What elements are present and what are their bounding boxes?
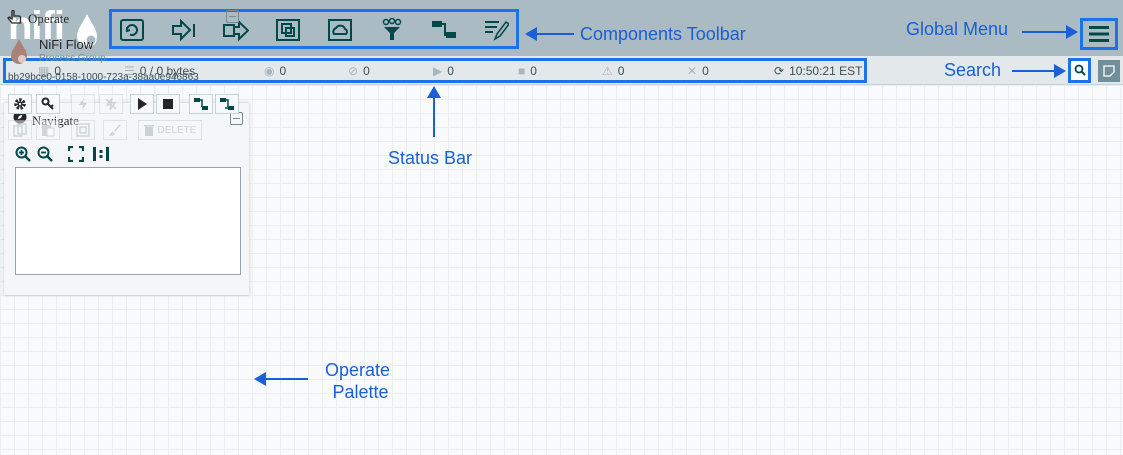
selected-component-type: Process Group (39, 53, 106, 64)
operate-palette-annotation-arrow (264, 378, 308, 380)
paintbrush-icon (109, 124, 121, 136)
components-toolbar-annotation: Components Toolbar (580, 24, 746, 44)
processor-icon (120, 19, 144, 41)
group-button[interactable] (71, 120, 95, 140)
stop-button[interactable] (156, 94, 180, 114)
key-icon (41, 97, 54, 110)
search-annotation-arrow (1012, 70, 1056, 72)
selected-component-name: NiFi Flow (39, 37, 94, 52)
global-menu-annotation-arrow (1022, 31, 1070, 33)
toolbar-annotation-arrow (532, 33, 574, 35)
processor-button[interactable] (119, 18, 145, 42)
search-icon (1074, 64, 1086, 76)
stopped-icon: ■ (518, 64, 526, 78)
warning-icon: ⚠ (602, 64, 613, 78)
paste-icon (42, 125, 55, 137)
refresh-stat[interactable]: ⟳ 10:50:21 EST (774, 64, 862, 78)
zoom-in-icon[interactable] (15, 146, 31, 162)
remote-process-group-button[interactable] (327, 18, 353, 42)
not-transmitting-stat: ⊘ 0 (348, 64, 370, 78)
access-policies-button[interactable] (36, 94, 60, 114)
create-template-icon (194, 98, 208, 110)
not-transmitting-icon: ⊘ (348, 64, 359, 78)
funnel-button[interactable] (379, 17, 405, 42)
trash-icon (143, 125, 154, 136)
zoom-out-icon[interactable] (37, 146, 53, 162)
status-bar-annotation: Status Bar (388, 148, 473, 168)
process-group-drop-icon (11, 39, 27, 64)
process-group-button[interactable] (275, 18, 301, 42)
enable-button[interactable] (71, 94, 95, 114)
disable-button[interactable] (99, 94, 123, 114)
copy-icon (13, 123, 27, 137)
copy-button[interactable] (8, 120, 32, 140)
remote-process-group-icon (328, 19, 352, 41)
stopped-stat: ■ 0 (518, 64, 537, 78)
delete-button[interactable]: DELETE (138, 120, 202, 140)
configure-button[interactable] (8, 94, 32, 114)
search-annotation: Search (944, 60, 1002, 80)
funnel-icon (382, 17, 402, 40)
arrowhead-right-icon (1066, 25, 1078, 39)
search-button[interactable] (1068, 58, 1091, 83)
arrowhead-right-icon (1054, 64, 1066, 78)
disabled-icon (105, 97, 117, 111)
invalid-stat: ⚠ 0 (602, 64, 625, 78)
play-icon (138, 98, 147, 110)
transmitting-stat: ◉ 0 (264, 64, 287, 78)
disabled-icon: ✕ (687, 64, 698, 78)
status-bar-annotation-arrow (433, 97, 435, 137)
refresh-icon: ⟳ (774, 64, 785, 78)
group-icon (76, 123, 90, 137)
lightning-icon (79, 98, 87, 110)
disabled-stat: ✕ 0 (687, 64, 709, 78)
bulletin-board-button[interactable] (1098, 60, 1120, 82)
operate-title: Operate (28, 11, 70, 26)
change-color-button[interactable] (103, 120, 127, 140)
paste-button[interactable] (36, 120, 60, 140)
template-icon (432, 21, 456, 38)
components-toolbar (109, 9, 519, 49)
global-menu-button[interactable] (1080, 18, 1118, 50)
process-group-icon (276, 19, 300, 41)
label-button[interactable] (483, 18, 511, 42)
fit-to-screen-icon[interactable] (68, 146, 84, 162)
operate-palette-annotation-line1: Operate (325, 360, 391, 380)
delete-label: DELETE (157, 124, 197, 136)
collapse-operate-button[interactable] (226, 10, 239, 23)
gear-icon (14, 98, 26, 110)
birdseye-view[interactable] (15, 167, 241, 275)
operate-palette-annotation: Operate Palette (325, 360, 390, 403)
create-template-button[interactable] (189, 94, 213, 114)
global-menu-annotation: Global Menu (906, 19, 1009, 39)
arrowhead-left-icon (525, 27, 537, 41)
transmitting-icon: ◉ (264, 64, 275, 78)
running-icon: ▶ (433, 64, 443, 78)
stop-icon (163, 99, 173, 109)
start-button[interactable] (130, 94, 154, 114)
hamburger-menu-icon (1089, 26, 1109, 42)
label-icon (485, 20, 511, 41)
actual-size-icon[interactable] (92, 146, 110, 162)
running-stat: ▶ 0 (433, 64, 454, 78)
upload-template-button[interactable] (215, 94, 239, 114)
notes-icon (1103, 65, 1115, 77)
pointer-hand-icon (7, 9, 22, 24)
input-port-button[interactable] (171, 18, 197, 42)
selected-component-id: bb29bce0-0158-1000-723a-38aa0e946863 (8, 72, 199, 83)
upload-template-icon (220, 98, 234, 110)
operate-palette-annotation-line2: Palette (332, 382, 389, 402)
input-port-icon (172, 18, 195, 42)
template-button[interactable] (431, 18, 457, 42)
